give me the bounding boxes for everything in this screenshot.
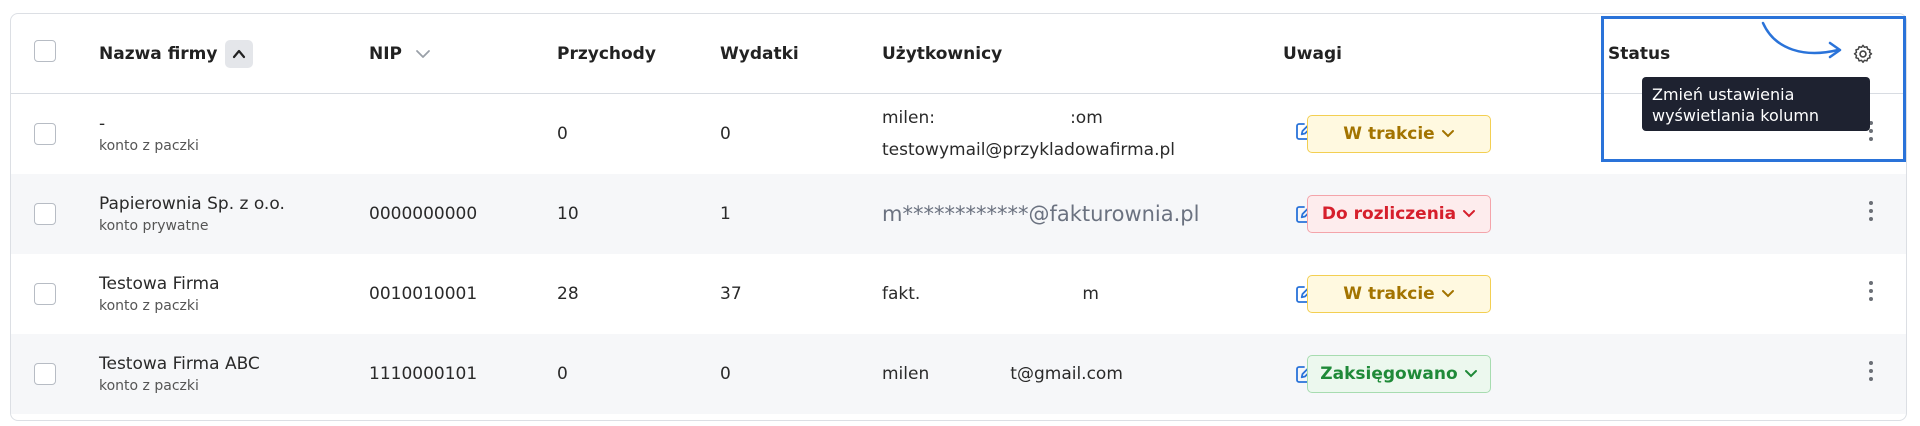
- header-notes-label: Uwagi: [1283, 43, 1342, 64]
- companies-table: Nazwa firmy NIP Przychody Wydatki Użytko…: [10, 13, 1907, 421]
- column-settings-button[interactable]: [1852, 43, 1874, 69]
- account-type: konto prywatne: [99, 218, 209, 234]
- status-dropdown[interactable]: W trakcie: [1307, 115, 1491, 153]
- user-email: m************@fakturownia.pl: [882, 202, 1200, 226]
- income-value: 0: [557, 364, 568, 384]
- nip-cell: 0000000000: [369, 174, 477, 254]
- status-label: W trakcie: [1343, 124, 1435, 144]
- table-row: Papierownia Sp. z o.o. konto prywatne 00…: [11, 174, 1906, 254]
- header-notes: Uwagi: [1283, 14, 1342, 93]
- header-users-label: Użytkownicy: [882, 43, 1003, 64]
- company-name[interactable]: Testowa Firma: [99, 274, 220, 294]
- nip-value: 1110000101: [369, 364, 478, 384]
- company-cell: Testowa Firma konto z paczki: [99, 254, 220, 334]
- select-all-checkbox[interactable]: [34, 40, 56, 62]
- status-dropdown[interactable]: W trakcie: [1307, 275, 1491, 313]
- header-nip-label: NIP: [369, 43, 403, 64]
- status-label: Zaksięgowano: [1320, 364, 1458, 384]
- header-expenses: Wydatki: [720, 14, 799, 93]
- income-value: 10: [557, 204, 579, 224]
- user-email: milen: :om: [882, 108, 1103, 128]
- nip-cell: 0010010001: [369, 254, 477, 334]
- table-header: Nazwa firmy NIP Przychody Wydatki Użytko…: [11, 14, 1906, 94]
- nip-cell: 1110000101: [369, 334, 477, 414]
- income-cell: 28: [557, 254, 579, 334]
- status-label: W trakcie: [1343, 284, 1435, 304]
- row-checkbox[interactable]: [34, 283, 56, 305]
- expenses-cell: 1: [720, 174, 731, 254]
- status-dropdown[interactable]: Do rozliczenia: [1307, 195, 1491, 233]
- row-menu-button[interactable]: [1869, 201, 1873, 221]
- chevron-down-icon: [1463, 210, 1476, 218]
- expenses-value: 1: [720, 204, 731, 224]
- header-income-label: Przychody: [557, 43, 656, 64]
- users-cell: milen t@gmail.com: [882, 334, 1123, 414]
- income-value: 28: [557, 284, 579, 304]
- company-name[interactable]: Testowa Firma ABC: [99, 354, 260, 374]
- nip-value: 0010010001: [369, 284, 478, 304]
- row-checkbox[interactable]: [34, 123, 56, 145]
- curved-arrow-icon: [1761, 21, 1842, 59]
- income-cell: 0: [557, 334, 568, 414]
- chevron-down-icon: [1441, 290, 1454, 298]
- user-email: fakt. m: [882, 284, 1099, 304]
- header-income: Przychody: [557, 14, 656, 93]
- company-cell: Testowa Firma ABC konto z paczki: [99, 334, 260, 414]
- account-type: konto z paczki: [99, 298, 199, 314]
- header-company-name[interactable]: Nazwa firmy: [99, 14, 254, 93]
- chevron-down-icon: [416, 49, 430, 58]
- sort-asc-button[interactable]: [225, 39, 254, 68]
- chevron-up-icon: [233, 49, 246, 58]
- nip-value: 0000000000: [369, 204, 478, 224]
- account-type: konto z paczki: [99, 138, 199, 154]
- user-email: testowymail@przykladowafirma.pl: [882, 140, 1175, 160]
- expenses-cell: 0: [720, 334, 731, 414]
- expenses-value: 0: [720, 364, 731, 384]
- company-name[interactable]: -: [99, 114, 199, 134]
- status-dropdown[interactable]: Zaksięgowano: [1307, 355, 1491, 393]
- users-cell: fakt. m: [882, 254, 1099, 334]
- tooltip-text: Zmień ustawienia wyświetlania kolumn: [1652, 85, 1820, 125]
- company-name[interactable]: Papierownia Sp. z o.o.: [99, 194, 285, 214]
- expenses-value: 0: [720, 124, 731, 144]
- header-status-label: Status: [1608, 43, 1671, 64]
- table-row: - konto z paczki 0 0 milen: :om testowym…: [11, 94, 1906, 174]
- table-row: Testowa Firma konto z paczki 0010010001 …: [11, 254, 1906, 334]
- header-nip[interactable]: NIP: [369, 14, 432, 93]
- header-company-name-label: Nazwa firmy: [99, 43, 218, 64]
- header-expenses-label: Wydatki: [720, 43, 799, 64]
- expenses-value: 37: [720, 284, 742, 304]
- header-users: Użytkownicy: [882, 14, 1002, 93]
- company-cell: Papierownia Sp. z o.o. konto prywatne: [99, 174, 285, 254]
- row-checkbox[interactable]: [34, 363, 56, 385]
- row-menu-button[interactable]: [1869, 281, 1873, 301]
- chevron-down-icon: [1441, 130, 1454, 138]
- account-type: konto z paczki: [99, 378, 199, 394]
- users-cell: m************@fakturownia.pl: [882, 174, 1199, 254]
- users-cell: milen: :om testowymail@przykladowafirma.…: [882, 94, 1175, 174]
- income-cell: 10: [557, 174, 579, 254]
- sort-nip-button[interactable]: [414, 47, 432, 61]
- column-settings-tooltip: Zmień ustawienia wyświetlania kolumn: [1642, 77, 1870, 131]
- expenses-cell: 0: [720, 94, 731, 174]
- gear-icon: [1853, 44, 1873, 64]
- expenses-cell: 37: [720, 254, 742, 334]
- chevron-down-icon: [1464, 370, 1477, 378]
- income-cell: 0: [557, 94, 568, 174]
- table-row: Testowa Firma ABC konto z paczki 1110000…: [11, 334, 1906, 414]
- status-label: Do rozliczenia: [1321, 204, 1457, 224]
- row-checkbox[interactable]: [34, 203, 56, 225]
- income-value: 0: [557, 124, 568, 144]
- user-email: milen t@gmail.com: [882, 364, 1123, 384]
- row-menu-button[interactable]: [1869, 361, 1873, 381]
- company-cell: - konto z paczki: [99, 94, 199, 174]
